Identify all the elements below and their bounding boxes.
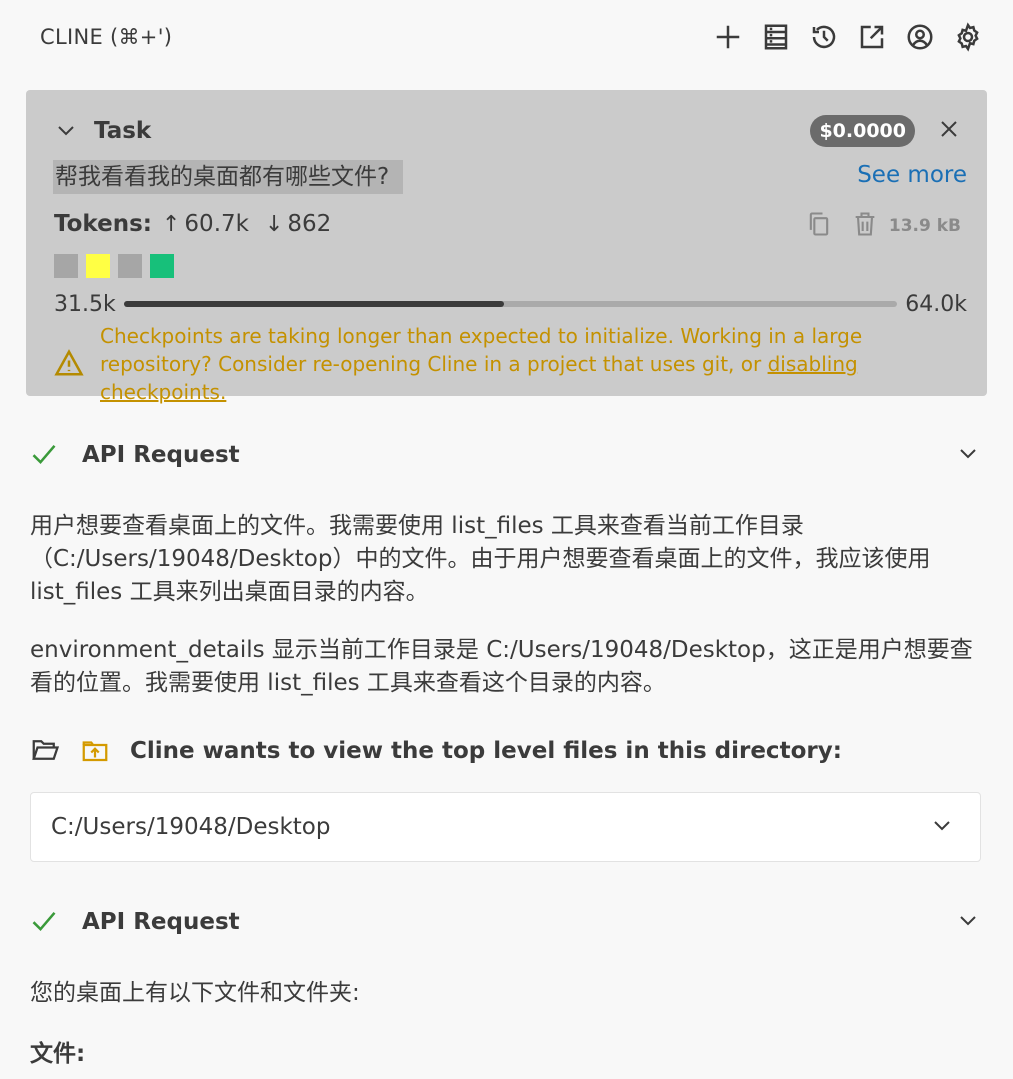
reasoning-paragraph-2: environment_details 显示当前工作目录是 C:/Users/1… (30, 637, 973, 696)
plus-icon[interactable] (711, 20, 745, 54)
tokens-label: Tokens: (54, 211, 152, 237)
close-icon[interactable] (937, 117, 961, 145)
warning-message: Checkpoints are taking longer than expec… (100, 324, 863, 376)
arrow-down-icon: ↓ (264, 211, 284, 237)
task-question: 帮我看看我的桌面都有哪些文件? (53, 160, 404, 194)
api-request-2[interactable]: API Request (30, 905, 980, 939)
swatch-3 (118, 254, 142, 278)
task-meta: 13.9 kB (805, 210, 961, 242)
tokens-out: 862 (287, 211, 332, 237)
chevron-down-icon[interactable] (930, 813, 954, 841)
task-label: Task (94, 118, 152, 144)
tokens-in: 60.7k (184, 211, 249, 237)
check-icon (30, 907, 60, 937)
tool-request: Cline wants to view the top level files … (30, 734, 980, 768)
swatch-1 (54, 254, 78, 278)
chevron-down-icon[interactable] (54, 118, 80, 144)
folder-open-icon (30, 735, 62, 767)
checkpoint-warning: Checkpoints are taking longer than expec… (54, 322, 961, 406)
server-icon[interactable] (759, 20, 793, 54)
response-paragraph: 您的桌面上有以下文件和文件夹: (30, 980, 360, 1006)
chevron-down-icon[interactable] (956, 441, 980, 469)
gear-icon[interactable] (951, 20, 985, 54)
api-request-label: API Request (82, 909, 240, 935)
warning-icon (54, 348, 84, 380)
see-more-link[interactable]: See more (857, 162, 967, 188)
chevron-down-icon[interactable] (956, 908, 980, 936)
trash-icon[interactable] (851, 210, 879, 242)
swatch-4 (150, 254, 174, 278)
header-actions (711, 20, 985, 54)
context-used: 31.5k (54, 291, 116, 317)
swatch-2 (86, 254, 110, 278)
task-card: Task $0.0000 帮我看看我的桌面都有哪些文件? See more To… (26, 90, 987, 404)
context-max: 64.0k (905, 291, 967, 317)
history-icon[interactable] (807, 20, 841, 54)
tool-request-label: Cline wants to view the top level files … (130, 738, 842, 764)
panel-title: CLINE (⌘+') (40, 25, 173, 49)
api-request-1[interactable]: API Request (30, 438, 980, 472)
context-window: 31.5k 64.0k (54, 290, 967, 318)
reasoning-paragraph-1: 用户想要查看桌面上的文件。我需要使用 list_files 工具来查看当前工作目… (30, 513, 931, 605)
arrow-up-icon: ↑ (161, 211, 181, 237)
copy-icon[interactable] (805, 210, 833, 242)
check-icon (30, 440, 60, 470)
account-icon[interactable] (903, 20, 937, 54)
task-header: Task $0.0000 (54, 114, 961, 148)
folder-upload-icon (80, 735, 112, 767)
directory-path: C:/Users/19048/Desktop (51, 814, 331, 840)
context-bar (123, 301, 898, 307)
cost-badge: $0.0000 (810, 115, 915, 147)
api-request-label: API Request (82, 442, 240, 468)
token-usage: Tokens: ↑ 60.7k ↓ 862 (54, 211, 347, 237)
files-heading: 文件: (30, 1041, 86, 1067)
context-swatches (54, 254, 174, 278)
context-bar-fill (123, 301, 505, 307)
task-size: 13.9 kB (888, 216, 961, 236)
warning-text: Checkpoints are taking longer than expec… (100, 322, 961, 406)
directory-path-box[interactable]: C:/Users/19048/Desktop (30, 792, 981, 862)
panel-header: CLINE (⌘+') (0, 0, 1013, 74)
external-link-icon[interactable] (855, 20, 889, 54)
